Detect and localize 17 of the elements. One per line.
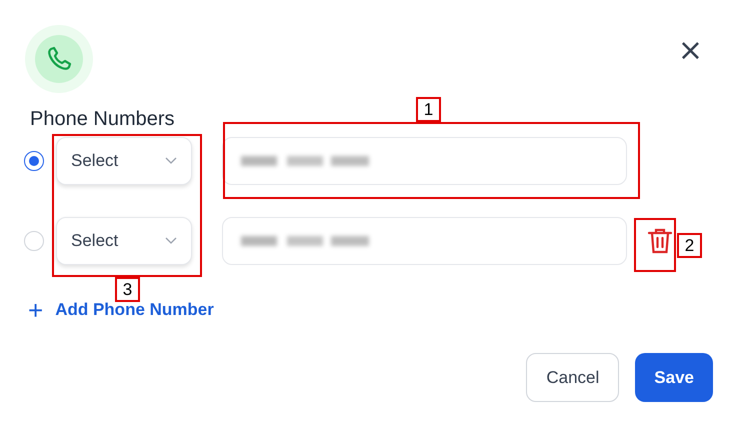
annotation-number: 1 — [416, 97, 441, 122]
phone-field[interactable] — [222, 137, 627, 185]
type-select[interactable]: Select — [56, 137, 192, 185]
save-button[interactable]: Save — [635, 353, 713, 402]
trash-icon[interactable] — [647, 227, 673, 255]
annotation-frame — [634, 218, 676, 272]
annotation-number: 2 — [677, 233, 702, 258]
cancel-button[interactable]: Cancel — [526, 353, 620, 402]
annotation-number: 3 — [115, 277, 140, 302]
chevron-icon — [165, 237, 177, 245]
radio-button[interactable] — [24, 151, 44, 171]
phone-field[interactable] — [222, 217, 627, 265]
dialog-title: Phone Numbers — [30, 108, 175, 131]
close-button[interactable]: × — [678, 36, 703, 66]
phone-icon — [24, 24, 94, 94]
chevron-icon — [165, 157, 177, 165]
type-select[interactable]: Select — [56, 217, 192, 265]
